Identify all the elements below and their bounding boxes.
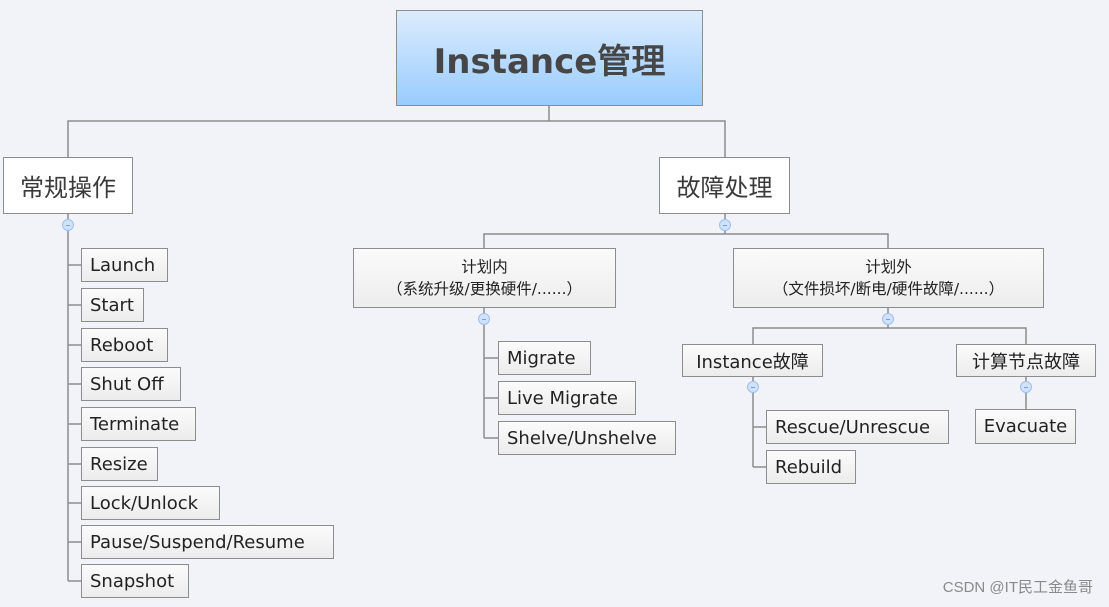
node-fault-node[interactable]: 计算节点故障 xyxy=(956,344,1096,377)
branch-routine[interactable]: 常规操作 xyxy=(3,157,133,214)
list-item[interactable]: Terminate xyxy=(81,407,196,441)
list-item[interactable]: Pause/Suspend/Resume xyxy=(81,525,334,559)
list-item[interactable]: Rebuild xyxy=(766,450,856,484)
connector xyxy=(483,233,889,248)
item-label: Shut Off xyxy=(90,373,164,395)
list-item[interactable]: Lock/Unlock xyxy=(81,486,220,520)
connector xyxy=(752,327,1027,344)
unplanned-node[interactable]: 计划外 （文件损坏/断电/硬件故障/......） xyxy=(733,248,1044,308)
list-item[interactable]: Migrate xyxy=(498,341,591,375)
list-item[interactable]: Live Migrate xyxy=(498,381,636,415)
instance-fault-title: Instance故障 xyxy=(696,351,809,373)
list-item[interactable]: Snapshot xyxy=(81,564,189,598)
node-fault-title: 计算节点故障 xyxy=(972,351,1080,373)
item-label: Shelve/Unshelve xyxy=(507,427,657,449)
item-label: Snapshot xyxy=(90,570,175,592)
connector xyxy=(67,120,726,157)
list-item[interactable]: Evacuate xyxy=(975,409,1076,444)
list-item[interactable]: Shut Off xyxy=(81,367,181,401)
item-label: Resize xyxy=(90,453,148,475)
list-item[interactable]: Resize xyxy=(81,447,158,481)
item-label: Migrate xyxy=(507,347,576,369)
instance-fault-node[interactable]: Instance故障 xyxy=(682,344,823,377)
item-label: Lock/Unlock xyxy=(90,492,199,514)
collapse-icon[interactable] xyxy=(62,219,74,231)
list-item[interactable]: Shelve/Unshelve xyxy=(498,421,676,455)
root-title: Instance管理 xyxy=(433,41,666,82)
list-item[interactable]: Rescue/Unrescue xyxy=(766,410,949,444)
collapse-icon[interactable] xyxy=(478,313,490,325)
item-label: Launch xyxy=(90,254,156,276)
item-label: Terminate xyxy=(90,413,180,435)
branch-fault[interactable]: 故障处理 xyxy=(659,157,790,214)
planned-subtitle: （系统升级/更换硬件/......） xyxy=(386,280,582,298)
item-label: Start xyxy=(90,294,134,316)
collapse-icon[interactable] xyxy=(719,219,731,231)
item-label: Rescue/Unrescue xyxy=(775,416,931,438)
list-item[interactable]: Launch xyxy=(81,248,168,282)
list-item[interactable]: Reboot xyxy=(81,328,168,362)
item-label: Evacuate xyxy=(983,416,1068,437)
collapse-icon[interactable] xyxy=(747,381,759,393)
item-label: Rebuild xyxy=(775,456,843,478)
collapse-icon[interactable] xyxy=(882,313,894,325)
unplanned-title: 计划外 xyxy=(865,258,912,276)
planned-title: 计划内 xyxy=(461,258,508,276)
list-item[interactable]: Start xyxy=(81,288,144,322)
unplanned-subtitle: （文件损坏/断电/硬件故障/......） xyxy=(772,280,1005,298)
planned-node[interactable]: 计划内 （系统升级/更换硬件/......） xyxy=(353,248,616,308)
collapse-icon[interactable] xyxy=(1020,381,1032,393)
item-label: Live Migrate xyxy=(507,387,618,409)
root-node[interactable]: Instance管理 xyxy=(396,10,703,106)
branch-routine-title: 常规操作 xyxy=(20,174,116,202)
item-label: Reboot xyxy=(90,334,154,356)
watermark: CSDN @IT民工金鱼哥 xyxy=(942,579,1093,596)
item-label: Pause/Suspend/Resume xyxy=(90,531,305,553)
branch-fault-title: 故障处理 xyxy=(676,174,773,202)
